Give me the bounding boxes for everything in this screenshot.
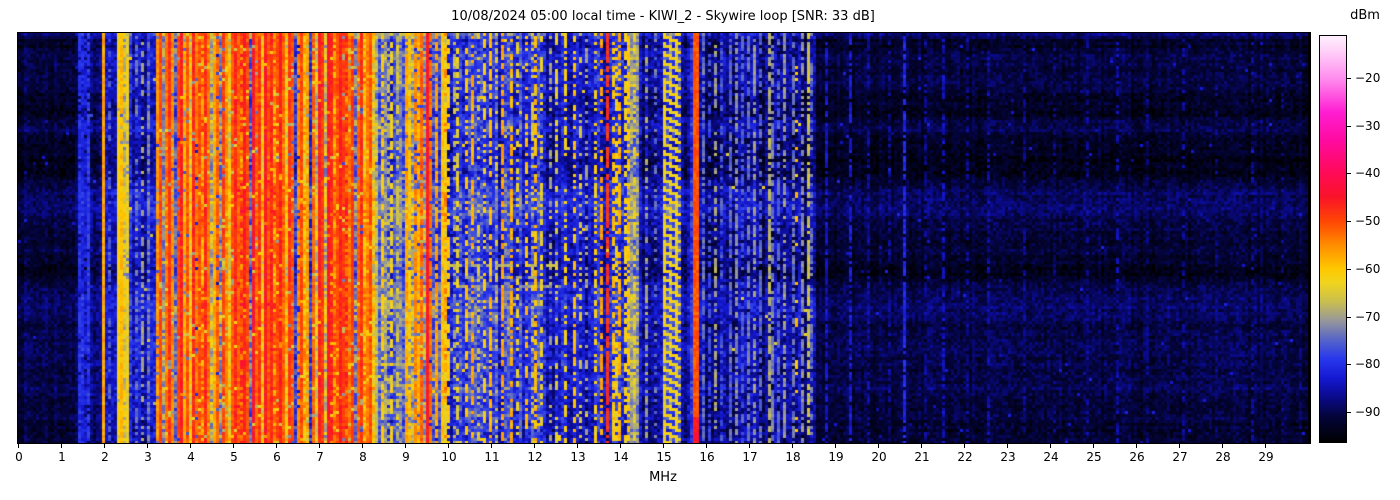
colorbar-tick-label: −50: [1355, 214, 1380, 228]
x-tick-mark: [147, 444, 148, 448]
x-tick-mark: [1265, 444, 1266, 448]
x-tick-label: 19: [828, 450, 843, 464]
x-tick-mark: [276, 444, 277, 448]
x-tick-mark: [1222, 444, 1223, 448]
colorbar-tick-label: −80: [1355, 357, 1380, 371]
colorbar-tick-label: −90: [1355, 405, 1380, 419]
x-tick-label: 21: [914, 450, 929, 464]
x-tick-label: 7: [316, 450, 324, 464]
x-tick-label: 5: [230, 450, 238, 464]
colorbar-tick-label: −20: [1355, 71, 1380, 85]
x-tick-mark: [319, 444, 320, 448]
x-tick-mark: [964, 444, 965, 448]
x-tick-mark: [18, 444, 19, 448]
x-tick-label: 6: [273, 450, 281, 464]
colorbar-tick-label: −70: [1355, 310, 1380, 324]
chart-title: 10/08/2024 05:00 local time - KIWI_2 - S…: [18, 9, 1308, 24]
x-tick-mark: [405, 444, 406, 448]
x-tick-label: 23: [1000, 450, 1015, 464]
x-tick-label: 17: [742, 450, 757, 464]
x-tick-mark: [749, 444, 750, 448]
x-tick-mark: [1007, 444, 1008, 448]
colorbar-tick-mark: [1347, 412, 1351, 413]
x-tick-label: 2: [101, 450, 109, 464]
x-tick-mark: [61, 444, 62, 448]
x-tick-label: 3: [144, 450, 152, 464]
colorbar-unit-label: dBm: [1335, 8, 1395, 23]
x-tick-label: 15: [656, 450, 671, 464]
x-tick-label: 27: [1172, 450, 1187, 464]
colorbar-tick-label: −40: [1355, 166, 1380, 180]
x-tick-label: 25: [1086, 450, 1101, 464]
colorbar-tick-mark: [1347, 364, 1351, 365]
colorbar-tick-mark: [1347, 78, 1351, 79]
x-tick-mark: [190, 444, 191, 448]
colorbar-tick-label: −30: [1355, 119, 1380, 133]
x-tick-mark: [1136, 444, 1137, 448]
colorbar-tick-mark: [1347, 126, 1351, 127]
x-axis-label: MHz: [18, 470, 1308, 485]
x-tick-label: 20: [871, 450, 886, 464]
x-tick-mark: [706, 444, 707, 448]
x-tick-label: 4: [187, 450, 195, 464]
x-tick-mark: [792, 444, 793, 448]
x-tick-mark: [878, 444, 879, 448]
x-tick-label: 22: [957, 450, 972, 464]
x-tick-mark: [491, 444, 492, 448]
x-tick-mark: [577, 444, 578, 448]
x-tick-label: 16: [699, 450, 714, 464]
x-tick-label: 0: [15, 450, 23, 464]
x-tick-mark: [1050, 444, 1051, 448]
x-tick-label: 11: [484, 450, 499, 464]
x-tick-label: 9: [402, 450, 410, 464]
x-tick-mark: [663, 444, 664, 448]
colorbar-tick-mark: [1347, 173, 1351, 174]
x-tick-label: 12: [527, 450, 542, 464]
x-tick-label: 26: [1129, 450, 1144, 464]
x-tick-mark: [835, 444, 836, 448]
colorbar: [1319, 35, 1347, 443]
plot-frame: [17, 32, 1311, 444]
colorbar-tick-label: −60: [1355, 262, 1380, 276]
colorbar-tick-mark: [1347, 269, 1351, 270]
x-tick-mark: [104, 444, 105, 448]
x-tick-mark: [620, 444, 621, 448]
x-tick-label: 10: [441, 450, 456, 464]
x-tick-mark: [1093, 444, 1094, 448]
colorbar-tick-mark: [1347, 317, 1351, 318]
x-tick-mark: [233, 444, 234, 448]
x-tick-mark: [448, 444, 449, 448]
x-tick-label: 8: [359, 450, 367, 464]
x-tick-label: 13: [570, 450, 585, 464]
x-tick-mark: [362, 444, 363, 448]
x-tick-label: 18: [785, 450, 800, 464]
x-tick-mark: [921, 444, 922, 448]
x-tick-label: 29: [1258, 450, 1273, 464]
spectrogram-canvas: [18, 33, 1308, 443]
spectrogram-figure: 10/08/2024 05:00 local time - KIWI_2 - S…: [0, 0, 1400, 500]
colorbar-tick-mark: [1347, 221, 1351, 222]
x-tick-mark: [534, 444, 535, 448]
x-tick-label: 1: [58, 450, 66, 464]
x-tick-label: 14: [613, 450, 628, 464]
x-tick-label: 24: [1043, 450, 1058, 464]
x-tick-label: 28: [1215, 450, 1230, 464]
x-tick-mark: [1179, 444, 1180, 448]
